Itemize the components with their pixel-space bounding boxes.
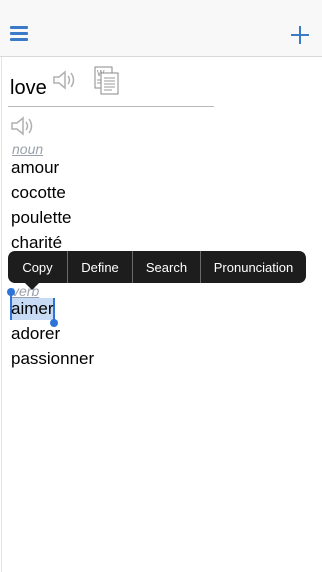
pronunciation-menu-item[interactable]: Pronunciation [201,251,306,283]
hamburger-menu-icon[interactable] [10,26,30,42]
part-of-speech-noun[interactable]: noun [12,141,43,157]
speaker-icon[interactable] [52,68,78,92]
copy-menu-item[interactable]: Copy [8,251,68,283]
translation-word[interactable]: charité [11,233,62,253]
translation-word-selected[interactable]: aimer [11,299,54,319]
define-menu-item[interactable]: Define [68,251,133,283]
top-toolbar [0,0,322,57]
speaker-icon[interactable] [10,114,36,138]
left-edge-divider [1,0,2,572]
translation-word[interactable]: poulette [11,208,72,228]
search-menu-item[interactable]: Search [133,251,201,283]
plus-icon[interactable] [290,25,310,45]
headword-field[interactable]: love W [8,64,214,107]
context-menu-pointer [24,282,40,290]
translation-word[interactable]: cocotte [11,183,66,203]
translation-word[interactable]: adorer [11,324,60,344]
translation-word[interactable]: amour [11,158,59,178]
translation-word[interactable]: passionner [11,349,94,369]
word-document-icon[interactable]: W [94,66,120,96]
headword-text: love [10,77,47,99]
text-context-menu: Copy Define Search Pronunciation [8,251,306,283]
